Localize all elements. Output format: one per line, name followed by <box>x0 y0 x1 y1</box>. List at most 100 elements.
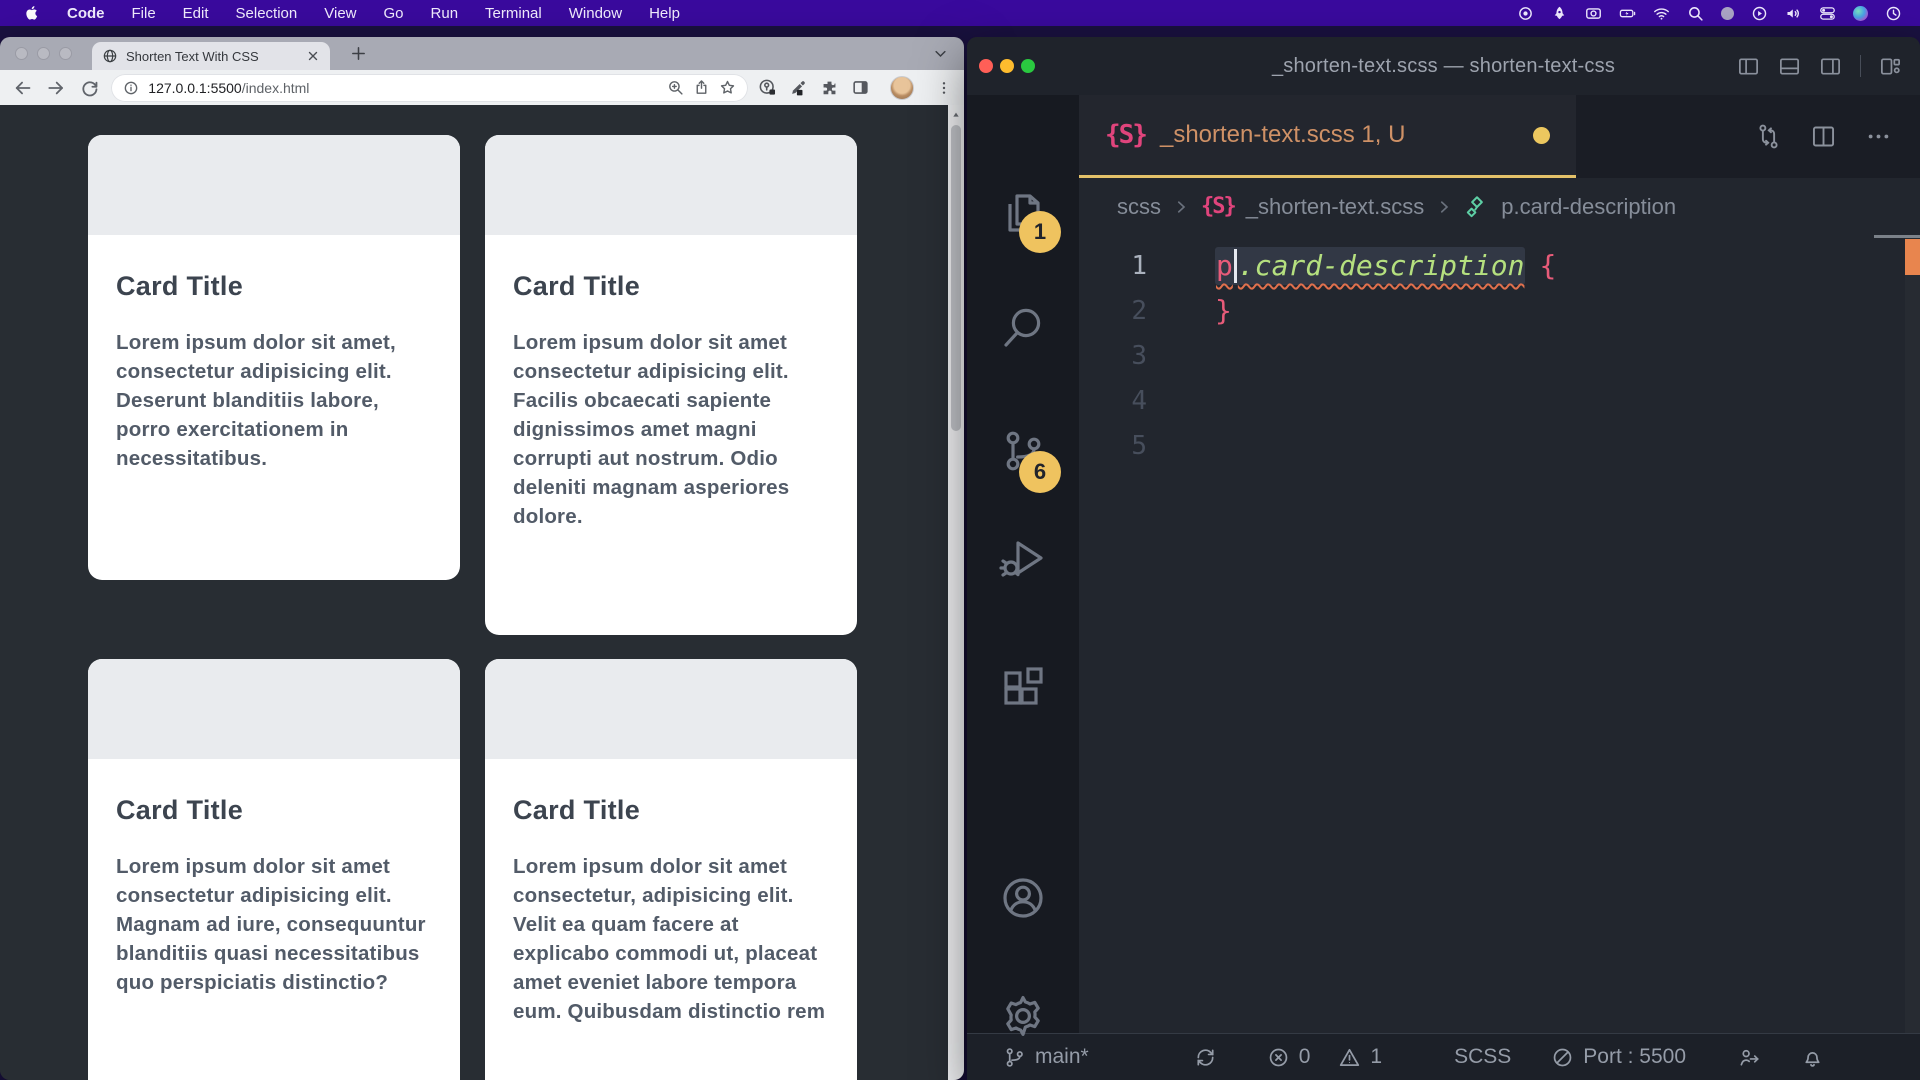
editor-tab-label[interactable]: _shorten-text.scss 1, U <box>1160 121 1405 149</box>
close-window-button[interactable] <box>979 59 993 73</box>
breadcrumb-folder[interactable]: scss <box>1117 194 1161 220</box>
control-center-icon[interactable] <box>1819 5 1836 22</box>
zoom-window-button[interactable] <box>1021 59 1035 73</box>
spotlight-search-icon[interactable] <box>1687 5 1704 22</box>
live-server-status[interactable]: Port : 5500 <box>1551 1045 1686 1069</box>
zoom-in-icon[interactable] <box>667 79 684 96</box>
tab-overflow-chevron-icon[interactable] <box>933 46 948 61</box>
reload-icon[interactable] <box>80 78 100 98</box>
globe-favicon <box>102 48 118 64</box>
browser-tab[interactable]: Shorten Text With CSS <box>92 42 330 70</box>
toggle-secondary-sidebar-icon[interactable] <box>1819 55 1842 78</box>
card-title: Card Title <box>513 795 829 826</box>
zoom-window-button[interactable] <box>59 47 72 60</box>
tab-title: Shorten Text With CSS <box>126 49 298 64</box>
volume-icon[interactable] <box>1785 5 1802 22</box>
menu-item-code[interactable]: Code <box>67 5 105 22</box>
sync-changes-icon[interactable] <box>1194 1046 1217 1069</box>
puzzle-extensions-icon[interactable] <box>820 78 839 97</box>
customize-layout-icon[interactable] <box>1879 55 1902 78</box>
unsaved-dot-icon[interactable] <box>1533 127 1550 144</box>
bookmark-star-icon[interactable] <box>719 79 736 96</box>
line-number: 4 <box>1079 386 1179 416</box>
editor-tab[interactable]: {S} _shorten-text.scss 1, U <box>1079 95 1576 178</box>
address-bar[interactable]: 127.0.0.1:5500/index.html <box>111 74 748 102</box>
card: Card Title Lorem ipsum dolor sit amet co… <box>485 135 857 635</box>
menu-item-terminal[interactable]: Terminal <box>485 5 542 22</box>
vscode-title-bar: _shorten-text.scss — shorten-text-css <box>967 37 1920 95</box>
line-number: 1 <box>1079 251 1179 281</box>
git-branch-status[interactable]: main* <box>1003 1045 1089 1069</box>
tab-close-icon[interactable] <box>306 49 320 63</box>
card-image-placeholder <box>88 135 460 235</box>
code-line[interactable]: 4 <box>1079 378 1920 423</box>
siri-icon[interactable] <box>1853 6 1868 21</box>
code-line[interactable]: 5 <box>1079 423 1920 468</box>
menu-item-view[interactable]: View <box>324 5 356 22</box>
minimize-window-button[interactable] <box>1000 59 1014 73</box>
explorer-badge[interactable]: 1 <box>1019 211 1061 253</box>
menu-item-go[interactable]: Go <box>384 5 404 22</box>
menu-item-run[interactable]: Run <box>431 5 459 22</box>
settings-gear-icon[interactable] <box>999 992 1047 1040</box>
menu-item-edit[interactable]: Edit <box>183 5 209 22</box>
password-manager-extension-icon[interactable] <box>758 78 777 97</box>
search-icon[interactable] <box>999 304 1047 352</box>
browser-scrollbar[interactable] <box>948 105 964 1080</box>
notifications-bell-icon[interactable] <box>1801 1046 1824 1069</box>
share-icon[interactable] <box>693 79 710 96</box>
battery-icon[interactable] <box>1619 5 1636 22</box>
menu-item-window[interactable]: Window <box>569 5 622 22</box>
code-line[interactable]: 3 <box>1079 333 1920 378</box>
new-tab-icon[interactable] <box>350 45 367 62</box>
card-image-placeholder <box>485 659 857 759</box>
wifi-icon[interactable] <box>1653 5 1670 22</box>
minimize-window-button[interactable] <box>37 47 50 60</box>
extensions-icon[interactable] <box>999 664 1047 712</box>
toggle-panel-icon[interactable] <box>1778 55 1801 78</box>
menu-item-selection[interactable]: Selection <box>236 5 298 22</box>
editor-group: {S} _shorten-text.scss 1, U scss {S} _sh… <box>1079 95 1920 1033</box>
source-control-badge[interactable]: 6 <box>1019 451 1061 493</box>
more-actions-icon[interactable] <box>1865 123 1892 150</box>
back-icon[interactable] <box>13 78 33 98</box>
code-line[interactable]: 2 } <box>1079 288 1920 333</box>
menu-item-file[interactable]: File <box>132 5 156 22</box>
rocket-icon[interactable] <box>1551 5 1568 22</box>
scrollbar-shadow <box>1874 235 1920 238</box>
code-line[interactable]: 1 p.card-description{ <box>1079 243 1920 288</box>
forward-icon[interactable] <box>46 78 66 98</box>
code-editor[interactable]: 1 p.card-description{ 2 } 3 4 5 <box>1079 235 1920 1033</box>
browser-profile-avatar[interactable] <box>890 76 914 100</box>
editor-scrollbar[interactable] <box>1905 235 1920 1033</box>
do-not-disturb-icon[interactable] <box>1721 7 1734 20</box>
menu-item-help[interactable]: Help <box>649 5 680 22</box>
account-icon[interactable] <box>999 874 1047 922</box>
url-text[interactable]: 127.0.0.1:5500/index.html <box>148 80 658 96</box>
breadcrumb-file[interactable]: _shorten-text.scss <box>1246 194 1425 220</box>
feedback-icon[interactable] <box>1738 1046 1761 1069</box>
vscode-traffic-lights[interactable] <box>979 59 1035 73</box>
breadcrumb-symbol[interactable]: p.card-description <box>1501 194 1676 220</box>
color-picker-extension-icon[interactable] <box>789 78 808 97</box>
scroll-up-arrow-icon[interactable] <box>952 111 960 119</box>
site-info-icon[interactable] <box>123 80 139 96</box>
errors-status[interactable]: 0 <box>1267 1045 1311 1069</box>
close-window-button[interactable] <box>15 47 28 60</box>
open-changes-icon[interactable] <box>1755 123 1782 150</box>
play-circle-icon[interactable] <box>1751 5 1768 22</box>
split-editor-icon[interactable] <box>1810 123 1837 150</box>
apple-menu-icon[interactable] <box>24 5 40 21</box>
toggle-primary-sidebar-icon[interactable] <box>1737 55 1760 78</box>
record-target-icon[interactable] <box>1517 5 1534 22</box>
screen-record-icon[interactable] <box>1585 5 1602 22</box>
window-title: _shorten-text.scss — shorten-text-css <box>1272 55 1615 78</box>
side-panel-icon[interactable] <box>851 78 870 97</box>
browser-menu-icon[interactable] <box>936 80 952 96</box>
clock-icon[interactable] <box>1885 5 1902 22</box>
language-mode-status[interactable]: SCSS <box>1454 1045 1511 1069</box>
warnings-status[interactable]: 1 <box>1338 1045 1382 1069</box>
run-debug-icon[interactable] <box>999 534 1047 582</box>
browser-traffic-lights[interactable] <box>15 47 72 60</box>
scrollbar-thumb[interactable] <box>951 125 961 431</box>
